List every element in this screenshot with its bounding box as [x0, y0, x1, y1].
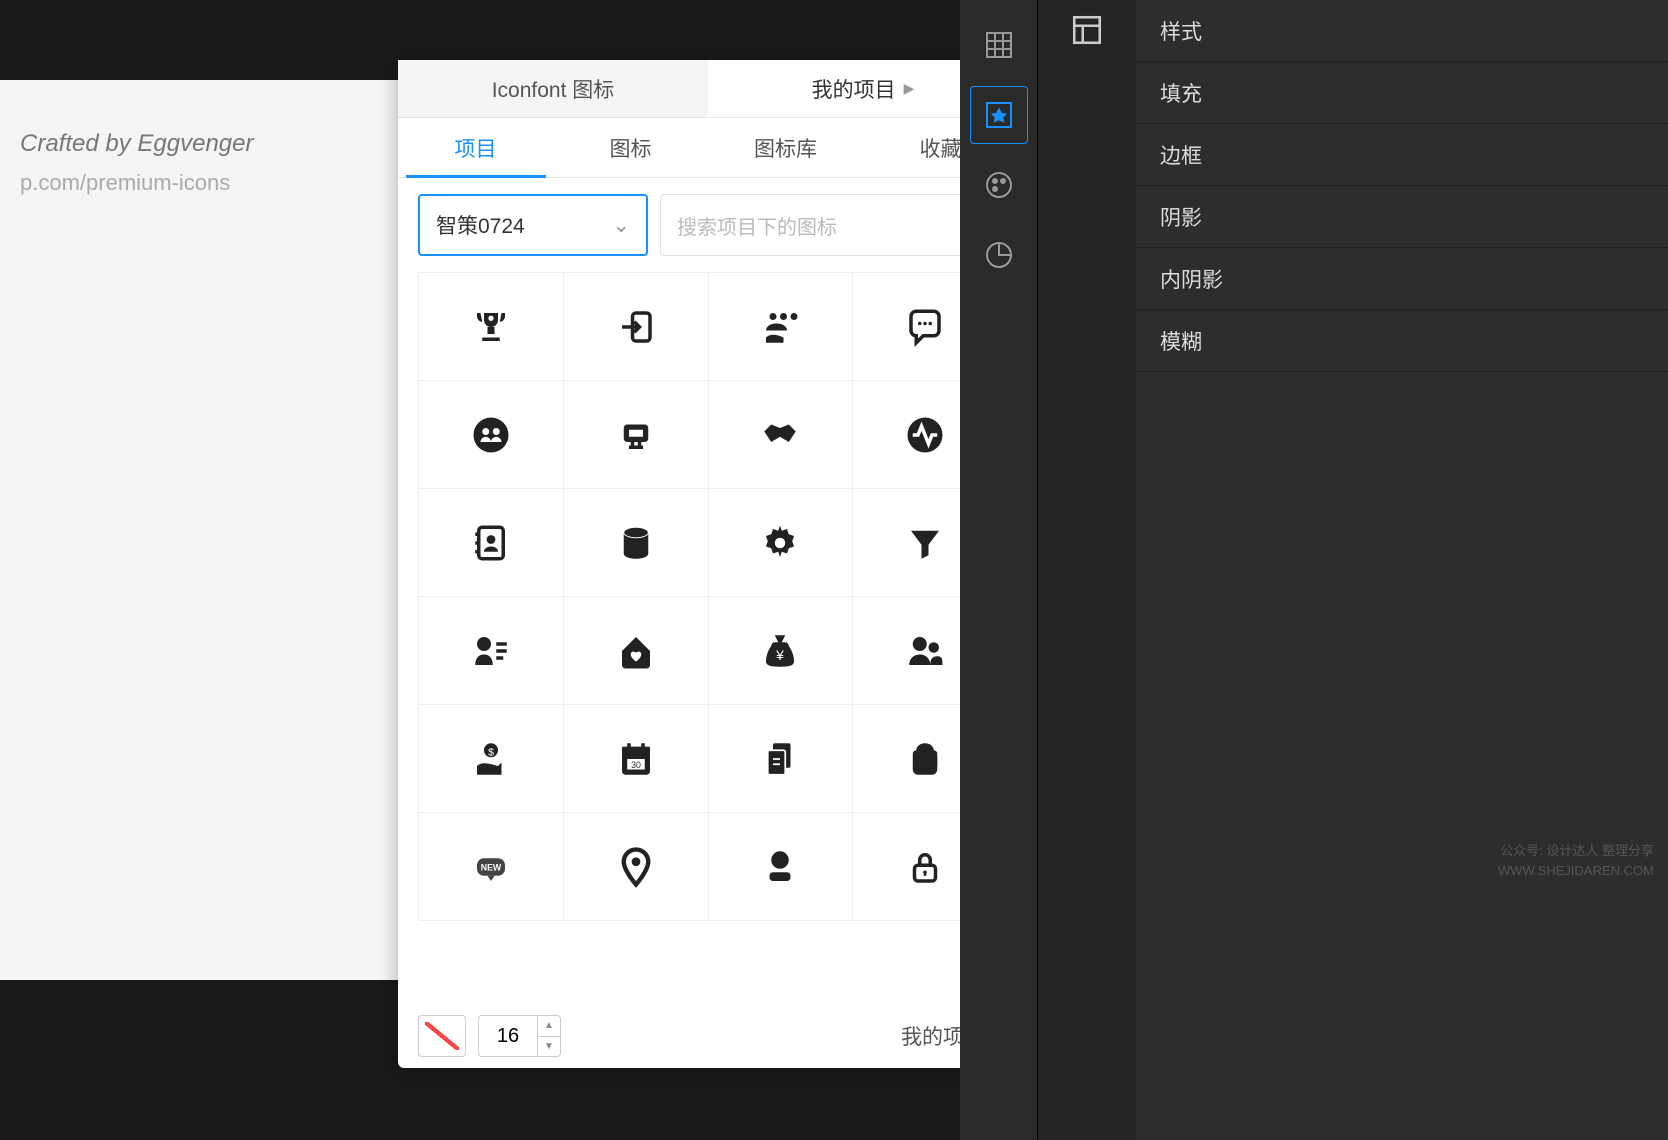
new-badge-icon[interactable]: NEW [419, 813, 564, 921]
crafted-text: Crafted by Eggvenger [20, 130, 380, 158]
money-bag-icon[interactable]: ¥ [709, 597, 854, 705]
subtab-icon[interactable]: 图标 [553, 118, 708, 177]
icon-grid: ¥ $30 NEW [398, 272, 1018, 1004]
project-select-value: 智策0724 [436, 210, 525, 240]
prop-shadow[interactable]: 阴影 [1136, 186, 1668, 248]
search-placeholder: 搜索项目下的图标 [677, 211, 837, 240]
prop-border[interactable]: 边框 [1136, 124, 1668, 186]
home-heart-icon[interactable] [564, 597, 709, 705]
stepper-up[interactable]: ▲ [538, 1016, 560, 1037]
prop-style[interactable]: 样式 [1136, 0, 1668, 62]
group-icon[interactable] [419, 381, 564, 489]
subtab-project[interactable]: 项目 [398, 118, 553, 177]
watermark: 公众号: 设计达人 整理分享 WWW.SHEJIDAREN.COM [1498, 841, 1654, 880]
prop-inner-shadow[interactable]: 内阴影 [1136, 248, 1668, 310]
svg-text:30: 30 [631, 759, 641, 769]
main-tabs: Iconfont 图标 我的项目▶ [398, 60, 1018, 118]
layout-icon [1070, 13, 1104, 47]
login-icon[interactable] [564, 273, 709, 381]
size-stepper[interactable]: 16 ▲ ▼ [478, 1015, 561, 1057]
database-icon[interactable] [564, 489, 709, 597]
calendar-icon[interactable]: 30 [564, 705, 709, 813]
search-row: 智策0724 ⌄ 搜索项目下的图标 [398, 178, 1018, 272]
user-list-icon[interactable] [419, 597, 564, 705]
projector-icon[interactable] [564, 381, 709, 489]
svg-text:$: $ [488, 746, 494, 758]
gear-icon[interactable] [709, 489, 854, 597]
tab-iconfont[interactable]: Iconfont 图标 [398, 60, 708, 117]
properties-panel: 样式 填充 边框 阴影 内阴影 模糊 [1136, 0, 1668, 1140]
size-value: 16 [479, 1016, 537, 1056]
profile-icon[interactable] [709, 813, 854, 921]
color-swatch[interactable] [418, 1015, 466, 1057]
grid-tool-icon[interactable] [970, 16, 1028, 74]
url-text: p.com/premium-icons [20, 170, 380, 196]
stepper-down[interactable]: ▼ [538, 1037, 560, 1057]
svg-text:¥: ¥ [775, 646, 784, 662]
star-tool-icon[interactable] [970, 86, 1028, 144]
prop-fill[interactable]: 填充 [1136, 62, 1668, 124]
palette-tool-icon[interactable] [970, 156, 1028, 214]
canvas-background: Crafted by Eggvenger p.com/premium-icons [0, 80, 400, 980]
panel-footer: 16 ▲ ▼ 我的项目› [398, 1004, 1018, 1068]
location-icon[interactable] [564, 813, 709, 921]
sub-tabs: 项目 图标 图标库 收藏 [398, 118, 1018, 178]
chevron-right-icon: ▶ [904, 80, 915, 97]
vertical-toolbar [960, 0, 1038, 1140]
search-input[interactable]: 搜索项目下的图标 [660, 194, 998, 256]
subtab-library[interactable]: 图标库 [708, 118, 863, 177]
nav-layout-top[interactable] [1038, 0, 1136, 60]
trophy-icon[interactable] [419, 273, 564, 381]
team-hand-icon[interactable] [709, 273, 854, 381]
handshake-icon[interactable] [709, 381, 854, 489]
chevron-down-icon: ⌄ [612, 213, 630, 238]
prop-blur[interactable]: 模糊 [1136, 310, 1668, 372]
iconfont-panel: Iconfont 图标 我的项目▶ 项目 图标 图标库 收藏 智策0724 ⌄ … [398, 60, 1018, 1068]
pie-tool-icon[interactable] [970, 226, 1028, 284]
contacts-icon[interactable] [419, 489, 564, 597]
documents-icon[interactable] [709, 705, 854, 813]
finance-hand-icon[interactable]: $ [419, 705, 564, 813]
project-select[interactable]: 智策0724 ⌄ [418, 194, 648, 256]
svg-text:NEW: NEW [481, 862, 502, 872]
side-nav-top-extra [1038, 0, 1136, 1140]
